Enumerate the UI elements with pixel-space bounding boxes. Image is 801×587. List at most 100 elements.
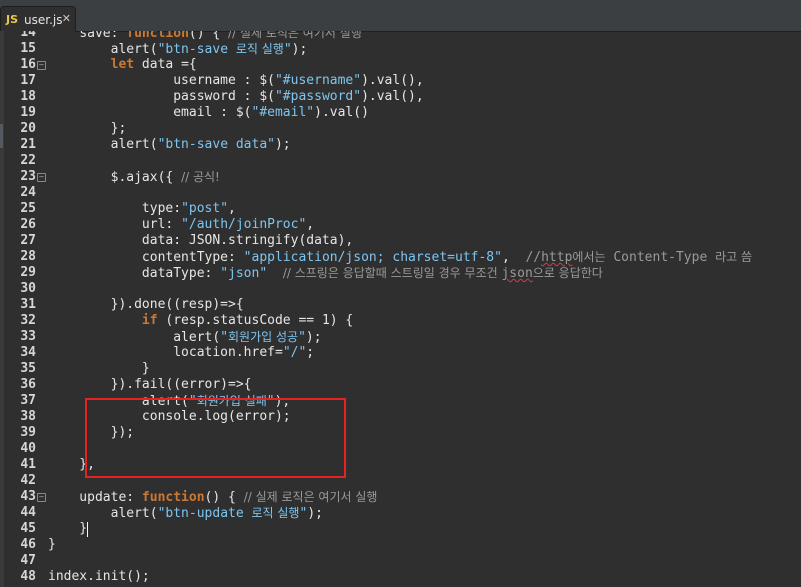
code-token: ); — [291, 42, 308, 57]
code-token: Content-Type — [605, 250, 716, 265]
code-editor[interactable]: 14 save: function() { // 실제 로직은 여기서 실행 15… — [0, 31, 801, 587]
line-number: 17 — [20, 73, 36, 88]
code-line[interactable]: 34 location.href="/"; — [0, 345, 801, 361]
code-line[interactable]: 18 password : $("#password").val(), — [0, 89, 801, 105]
line-number: 16 — [20, 57, 36, 72]
code-token: function — [141, 490, 205, 505]
code-token: , — [306, 217, 315, 232]
code-token: http — [541, 250, 573, 265]
code-line[interactable]: 20 }; — [0, 121, 801, 137]
code-line[interactable]: 48 index.init(); — [0, 569, 801, 585]
code-line[interactable]: 42 — [0, 473, 801, 489]
code-line[interactable]: 47 — [0, 553, 801, 569]
code-token: }); — [48, 425, 135, 440]
code-token: ); — [274, 394, 291, 409]
code-line[interactable]: 25 type:"post", — [0, 201, 801, 217]
code-token: "application/json; charset=utf-8" — [243, 250, 502, 265]
code-line[interactable]: 46} — [0, 537, 801, 553]
code-token: " — [220, 330, 229, 345]
line-number: 26 — [20, 217, 36, 232]
code-token: console.log(error); — [48, 409, 291, 424]
code-token: ).val() — [314, 105, 369, 120]
code-token: , — [228, 201, 236, 216]
code-line[interactable]: 23− $.ajax({ // 공식! — [0, 169, 801, 185]
code-token: dataType: — [48, 266, 221, 281]
code-text: update: function() { // 실제 로직은 여기서 실행 — [48, 489, 377, 506]
code-token: // 공식! — [181, 170, 220, 184]
code-line[interactable]: 37 alert("회원가입 실패"); — [0, 393, 801, 409]
code-line[interactable]: 38 console.log(error); — [0, 409, 801, 425]
code-line[interactable]: 29 dataType: "json" // 스프링은 응답할때 스트링일 경우… — [0, 265, 801, 281]
line-number: 47 — [20, 553, 36, 568]
code-line[interactable]: 36 }).fail((error)=>{ — [0, 377, 801, 393]
code-line[interactable]: 19 email : $("#email").val() — [0, 105, 801, 121]
code-token: "btn-update — [157, 506, 252, 521]
line-number: 24 — [20, 185, 36, 200]
code-line[interactable]: 39 }); — [0, 425, 801, 441]
code-line[interactable]: 27 data: JSON.stringify(data), — [0, 233, 801, 249]
code-line[interactable]: 45 } — [0, 521, 801, 537]
line-number: 40 — [20, 441, 36, 456]
line-number: 20 — [20, 121, 36, 136]
code-text: alert("회원가입 성공"); — [48, 329, 322, 346]
code-text: }).fail((error)=>{ — [48, 377, 252, 393]
tab-user-js[interactable]: JS user.js ✕ — [0, 6, 76, 32]
code-line[interactable]: 30 — [0, 281, 801, 297]
code-line[interactable]: 24 — [0, 185, 801, 201]
code-line[interactable]: 33 alert("회원가입 성공"); — [0, 329, 801, 345]
close-icon[interactable]: ✕ — [62, 12, 71, 25]
fold-toggle-icon[interactable]: − — [37, 493, 46, 502]
code-text: data: JSON.stringify(data), — [48, 233, 353, 249]
line-number: 28 — [20, 249, 36, 264]
code-line[interactable]: 31 }).done((resp)=>{ — [0, 297, 801, 313]
code-text: alert("회원가입 실패"); — [48, 393, 290, 410]
code-line[interactable]: 41 }, — [0, 457, 801, 473]
code-token: contentType: — [48, 250, 244, 265]
code-token: data: JSON.stringify(data), — [48, 233, 354, 248]
code-token: "/auth/joinProc" — [181, 217, 307, 232]
code-text: } — [48, 521, 87, 537]
code-token: ); — [305, 330, 322, 345]
code-token: " — [298, 330, 306, 345]
code-token: "#email" — [251, 105, 315, 120]
code-token: } — [48, 537, 56, 552]
code-token: // 실제 로직은 여기서 실행 — [243, 490, 378, 504]
code-line[interactable]: 21 alert("btn-save data"); — [0, 137, 801, 153]
code-token: // 실제 로직은 여기서 실행 — [228, 31, 362, 40]
code-line[interactable]: 22 — [0, 153, 801, 169]
fold-toggle-icon[interactable]: − — [37, 173, 46, 182]
line-number: 42 — [20, 473, 36, 488]
code-line[interactable]: 26 url: "/auth/joinProc", — [0, 217, 801, 233]
code-token: if — [141, 313, 158, 328]
code-line[interactable]: 16− let data ={ — [0, 57, 801, 73]
code-text: alert("btn-save 로직 실행"); — [48, 41, 308, 58]
code-token: }).fail((error)=>{ — [48, 377, 252, 392]
code-line[interactable]: 43− update: function() { // 실제 로직은 여기서 실… — [0, 489, 801, 505]
code-token: // 스프링은 응답할때 스트링일 경우 무조건 — [282, 266, 502, 280]
code-token: alert( — [48, 330, 221, 345]
code-token: (resp.statusCode == 1) { — [157, 313, 354, 328]
code-token: function — [126, 31, 189, 41]
code-line[interactable]: 40 — [0, 441, 801, 457]
line-number: 15 — [20, 41, 36, 56]
code-token: type: — [48, 201, 182, 216]
fold-toggle-icon[interactable]: − — [37, 61, 46, 70]
code-token: password : $( — [48, 89, 275, 104]
code-token: " — [283, 42, 292, 57]
code-line[interactable]: 35 } — [0, 361, 801, 377]
code-text: } — [48, 361, 150, 377]
code-line[interactable]: 15 alert("btn-save 로직 실행"); — [0, 41, 801, 57]
code-line[interactable]: 28 contentType: "application/json; chars… — [0, 249, 801, 265]
line-number: 41 — [20, 457, 36, 472]
code-token: 회원가입 성공 — [228, 330, 299, 344]
text-caret — [87, 522, 88, 537]
code-line[interactable]: 44 alert("btn-update 로직 실행"); — [0, 505, 801, 521]
code-line[interactable]: 17 username : $("#username").val(), — [0, 73, 801, 89]
code-line[interactable]: 14 save: function() { // 실제 로직은 여기서 실행 — [0, 31, 801, 41]
code-token: 으로 응답한다 — [532, 266, 603, 280]
code-token: alert( — [48, 137, 158, 152]
code-line[interactable]: 32 if (resp.statusCode == 1) { — [0, 313, 801, 329]
javascript-file-icon: JS — [6, 13, 19, 26]
